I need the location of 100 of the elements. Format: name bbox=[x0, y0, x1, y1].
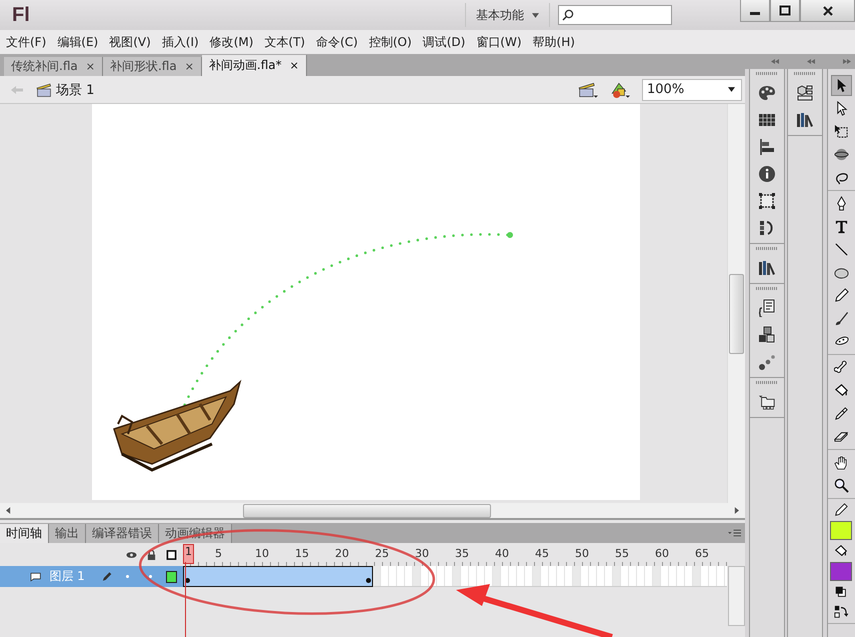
lock-icon[interactable] bbox=[146, 550, 157, 560]
frame-number: 20 bbox=[335, 547, 349, 560]
frame-number: 65 bbox=[695, 547, 709, 560]
panel-tab[interactable]: 输出 bbox=[49, 524, 86, 543]
properties-icon[interactable] bbox=[796, 84, 814, 102]
frame-number: 15 bbox=[295, 547, 309, 560]
swatches-icon[interactable] bbox=[758, 111, 776, 129]
close-icon bbox=[822, 4, 834, 16]
swap-colors-icon[interactable] bbox=[834, 605, 848, 619]
pencil-icon bbox=[834, 288, 849, 303]
search-field[interactable] bbox=[558, 5, 672, 25]
close-button[interactable] bbox=[800, 0, 855, 22]
menu-item[interactable]: 视图(V) bbox=[109, 34, 151, 50]
color-swatch[interactable] bbox=[830, 521, 852, 540]
frame-number: 35 bbox=[455, 547, 469, 560]
layer-color-swatch[interactable] bbox=[166, 570, 177, 582]
transform-icon bbox=[834, 124, 849, 139]
tab-close-button[interactable]: × bbox=[86, 60, 95, 73]
library-icon[interactable] bbox=[796, 111, 814, 129]
motion-presets-icon[interactable] bbox=[758, 353, 776, 371]
minimize-icon bbox=[750, 12, 760, 14]
layer-icon bbox=[30, 572, 42, 582]
frame-number: 10 bbox=[255, 547, 269, 560]
app-logo: Fl bbox=[12, 4, 30, 26]
text-icon bbox=[834, 219, 849, 234]
menu-item[interactable]: 命令(C) bbox=[316, 34, 358, 50]
document-tab[interactable]: 补间动画.fla* × bbox=[202, 55, 307, 76]
document-tab[interactable]: 传统补间.fla × bbox=[4, 57, 103, 76]
edit-scene-icon[interactable] bbox=[578, 80, 598, 98]
frame-number: 5 bbox=[215, 547, 222, 560]
transform-icon[interactable] bbox=[758, 192, 776, 210]
paint-bucket-icon[interactable] bbox=[834, 544, 848, 558]
keyframe-dot[interactable] bbox=[366, 578, 372, 583]
code-snippets-icon[interactable] bbox=[758, 299, 776, 317]
maximize-button[interactable] bbox=[770, 0, 800, 22]
tab-close-button[interactable]: × bbox=[184, 60, 194, 73]
eye-icon[interactable] bbox=[126, 550, 137, 560]
menu-item[interactable]: 控制(O) bbox=[368, 34, 412, 50]
zoom-dropdown[interactable]: 100% bbox=[642, 78, 742, 100]
frame-number: 50 bbox=[575, 547, 589, 560]
pencil-icon bbox=[100, 570, 112, 582]
visibility-dot[interactable] bbox=[126, 575, 129, 578]
lock-dot[interactable] bbox=[148, 575, 152, 578]
scroll-right-icon[interactable] bbox=[734, 507, 739, 514]
panel-tab[interactable]: 编译器错误 bbox=[86, 524, 159, 543]
tool-button[interactable] bbox=[830, 75, 852, 96]
frame-number: 45 bbox=[535, 547, 549, 560]
library-icon[interactable] bbox=[758, 259, 776, 277]
lasso-icon bbox=[834, 170, 849, 185]
caret-icon bbox=[532, 12, 539, 18]
frame-number: 40 bbox=[495, 547, 509, 560]
menu-item[interactable]: 帮助(H) bbox=[532, 34, 575, 50]
pencil-icon[interactable] bbox=[834, 503, 848, 517]
vertical-scrollbar[interactable] bbox=[727, 104, 745, 503]
frame-number: 1 bbox=[183, 544, 194, 564]
panel-menu-icon[interactable] bbox=[728, 529, 741, 537]
line-icon bbox=[834, 242, 849, 257]
panel-tab[interactable]: 时间轴 bbox=[0, 524, 49, 543]
align-icon[interactable] bbox=[758, 138, 776, 156]
components-icon[interactable] bbox=[758, 326, 776, 344]
project-icon[interactable] bbox=[758, 393, 776, 411]
color-swatch[interactable] bbox=[830, 562, 852, 581]
edit-symbol-icon[interactable] bbox=[610, 80, 630, 98]
menu-item[interactable]: 文件(F) bbox=[6, 34, 46, 50]
palette-icon[interactable] bbox=[758, 84, 776, 102]
horizontal-scrollbar[interactable] bbox=[0, 503, 745, 520]
layer-name: 图层 1 bbox=[49, 568, 85, 585]
menu-item[interactable]: 调试(D) bbox=[422, 34, 466, 50]
tab-close-button[interactable]: × bbox=[290, 59, 299, 72]
frame-number: 60 bbox=[655, 547, 669, 560]
menu-item[interactable]: 窗口(W) bbox=[476, 34, 522, 50]
hand-icon bbox=[834, 455, 849, 470]
globe-icon bbox=[834, 147, 849, 162]
frame-ruler[interactable]: 1 5 10 15 20 25 30 35 40 45 50 55 60 65 bbox=[183, 543, 727, 566]
search-icon bbox=[562, 9, 574, 21]
clapperboard-icon bbox=[36, 82, 52, 96]
document-tab[interactable]: 补间形状.fla × bbox=[102, 57, 202, 76]
frame-number: 25 bbox=[375, 547, 389, 560]
outline-icon[interactable] bbox=[166, 550, 177, 560]
tween-span[interactable] bbox=[183, 566, 374, 587]
paint-bucket-icon bbox=[834, 383, 849, 398]
frame-number: 30 bbox=[415, 547, 429, 560]
menu-item[interactable]: 插入(I) bbox=[162, 34, 199, 50]
brush-icon bbox=[834, 311, 849, 326]
magnifier-icon bbox=[834, 478, 849, 493]
minimize-button[interactable] bbox=[740, 0, 770, 22]
vertical-scrollbar[interactable] bbox=[728, 566, 745, 626]
menu-item[interactable]: 文本(T) bbox=[264, 34, 306, 50]
frame-number: 55 bbox=[615, 547, 629, 560]
menu-item[interactable]: 编辑(E) bbox=[57, 34, 98, 50]
caret-icon bbox=[728, 87, 735, 92]
default-colors-icon[interactable] bbox=[834, 585, 848, 599]
scene-name: 场景 1 bbox=[56, 82, 94, 98]
eyedropper-icon bbox=[834, 406, 849, 421]
workspace-dropdown[interactable]: 基本功能 bbox=[465, 3, 550, 27]
maximize-icon bbox=[779, 4, 791, 16]
info-icon[interactable] bbox=[758, 165, 776, 183]
bone-icon bbox=[834, 360, 849, 375]
menu-item[interactable]: 修改(M) bbox=[210, 34, 254, 50]
scroll-left-icon[interactable] bbox=[6, 507, 11, 514]
